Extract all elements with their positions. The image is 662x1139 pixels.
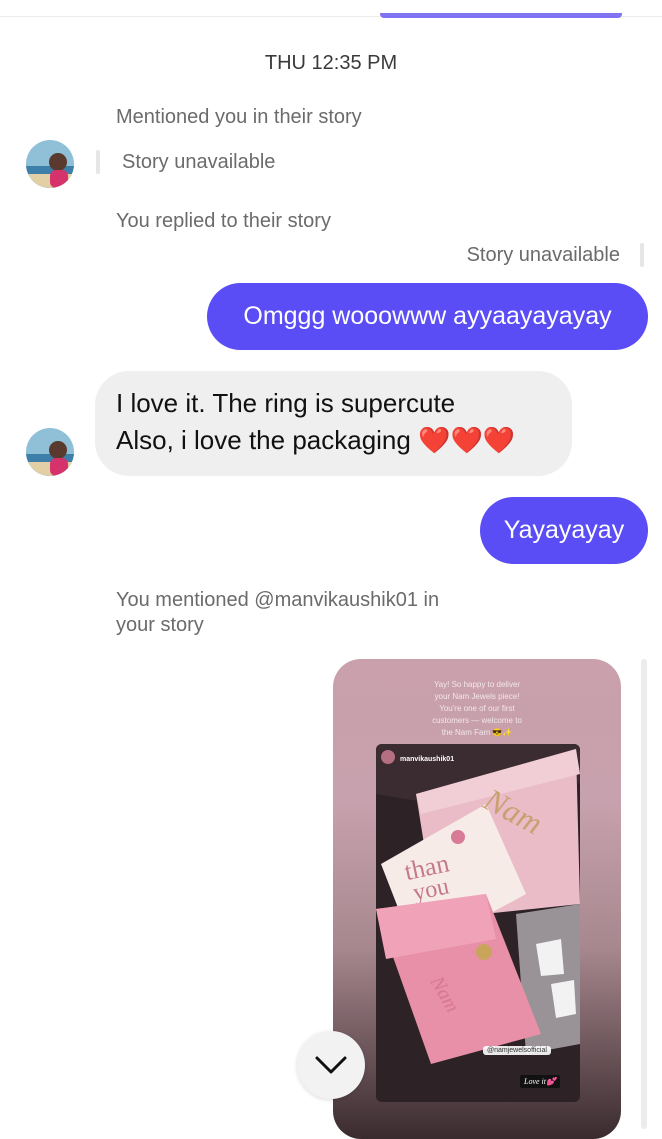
chevron-down-icon <box>315 1056 347 1074</box>
message-line-1: I love it. The ring is supercute <box>116 388 456 418</box>
previous-message-edge <box>380 13 622 18</box>
story-unavailable-outgoing: Story unavailable <box>466 244 620 266</box>
reply-notice: You replied to their story <box>116 210 331 232</box>
message-line-2: Also, i love the packaging ❤️❤️❤️ <box>116 425 516 455</box>
message-bubble-outgoing[interactable]: Yayayayay <box>480 497 648 564</box>
story-caption-line: Yay! So happy to deliver <box>433 680 521 689</box>
story-divider-right <box>640 243 644 267</box>
mention-notice: Mentioned you in their story <box>116 106 362 128</box>
avatar-photo <box>26 140 74 188</box>
message-bubble-incoming[interactable]: I love it. The ring is supercute Also, i… <box>95 371 572 476</box>
story-unavailable-incoming: Story unavailable <box>122 151 276 173</box>
avatar[interactable] <box>26 428 74 476</box>
you-mentioned-notice: You mentioned @manvikaushik01 in your st… <box>116 588 439 638</box>
message-bubble-outgoing[interactable]: Omggg wooowww ayyaayayayay <box>207 283 648 350</box>
scroll-track[interactable] <box>641 659 647 1129</box>
you-mentioned-line-1: You mentioned @manvikaushik01 in <box>116 589 440 611</box>
story-preview[interactable]: Yay! So happy to deliver your Nam Jewels… <box>333 659 621 1139</box>
timestamp: THU 12:35 PM <box>264 52 398 74</box>
story-caption: Yay! So happy to deliver your Nam Jewels… <box>333 679 621 739</box>
story-divider <box>96 150 100 174</box>
you-mentioned-line-2: your story <box>116 614 204 636</box>
story-caption-line: customers — welcome to <box>432 716 522 725</box>
message-text: Yayayayay <box>503 516 625 544</box>
repost-username: manvikaushik01 <box>400 756 454 763</box>
sticker-text: Love it💕 <box>520 1075 560 1088</box>
story-caption-line: your Nam Jewels piece! <box>434 692 520 701</box>
avatar-photo <box>26 428 74 476</box>
avatar[interactable] <box>26 140 74 188</box>
message-text: Omggg wooowww ayyaayayayay <box>243 302 612 330</box>
brand-tag: @namjewelsofficial <box>483 1046 551 1055</box>
scroll-to-bottom-button[interactable] <box>297 1031 365 1099</box>
story-caption-line: You're one of our first <box>439 704 515 713</box>
story-caption-line: the Nam Fam 😎✨ <box>441 728 513 737</box>
